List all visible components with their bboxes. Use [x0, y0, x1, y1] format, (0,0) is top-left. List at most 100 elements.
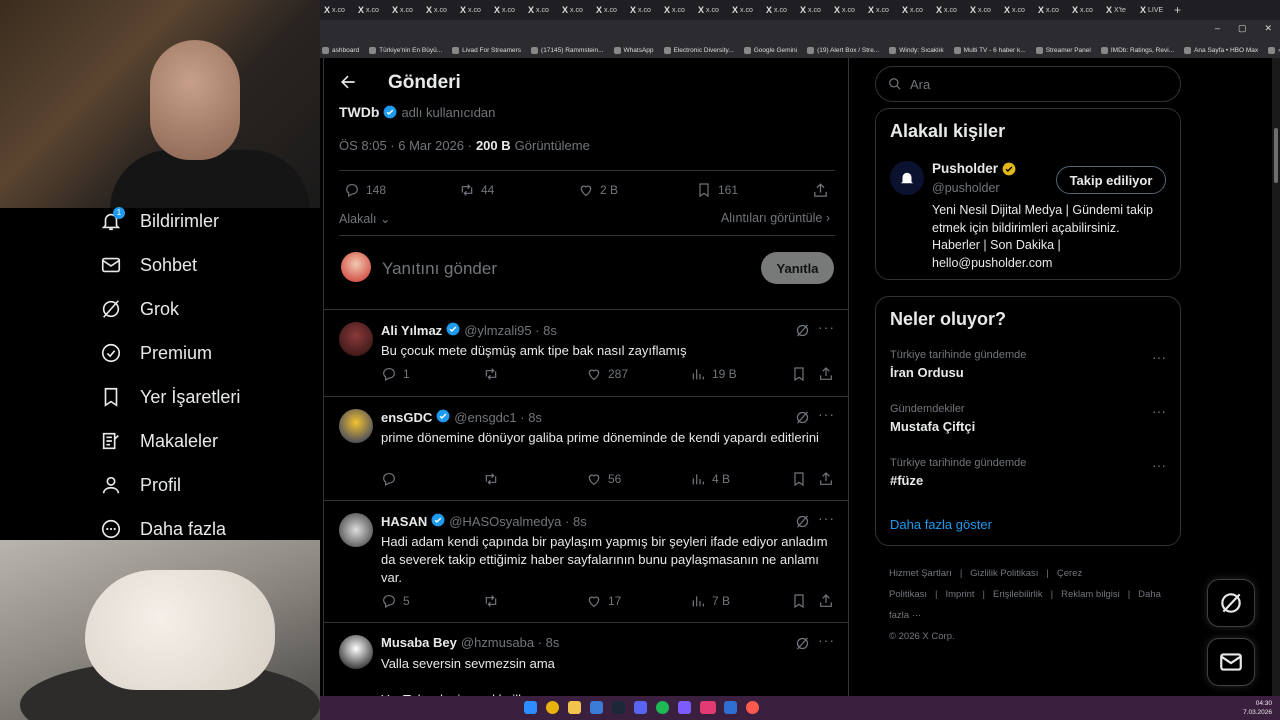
- minimize-icon[interactable]: –: [1215, 23, 1220, 34]
- bookmark-item[interactable]: Streamer Panel: [1035, 46, 1091, 54]
- footer-link[interactable]: Reklam bilgisi: [1061, 589, 1120, 600]
- person-name[interactable]: Pusholder: [932, 161, 1016, 176]
- post-author[interactable]: TWDb: [339, 104, 379, 120]
- bookmark-action[interactable]: [791, 593, 807, 609]
- grok-fab[interactable]: [1207, 579, 1255, 627]
- browser-tab[interactable]: Xx.co: [1034, 0, 1068, 20]
- browser-tab[interactable]: Xx.co: [932, 0, 966, 20]
- browser-tab[interactable]: Xx.co: [694, 0, 728, 20]
- bookmark-item[interactable]: (17145) Rammstein...: [531, 46, 604, 54]
- reply-button[interactable]: Yanıtla: [761, 252, 834, 284]
- maximize-icon[interactable]: ▢: [1238, 23, 1247, 34]
- share-action[interactable]: [818, 366, 834, 382]
- reply-item[interactable]: HASAN @HASOsyalmedya · 8s ··· Hadi adam ken…: [324, 501, 848, 623]
- reply-author[interactable]: ensGDC @ensgdc1 · 8s: [381, 409, 542, 426]
- bookmark-item[interactable]: Windy: Sıcaklık: [889, 46, 944, 54]
- bookmark-item[interactable]: ashboard: [322, 46, 359, 54]
- search-input[interactable]: Ara: [875, 66, 1181, 102]
- system-clock[interactable]: 04:30 7.03.2026: [1243, 699, 1272, 717]
- bookmark-item[interactable]: Multi TV - 6 haber k...: [953, 46, 1026, 54]
- browser-tab[interactable]: Xx.co: [660, 0, 694, 20]
- nav-item-makaleler[interactable]: Makaleler: [100, 428, 218, 454]
- browser-tab[interactable]: Xx.co: [490, 0, 524, 20]
- relevance-filter[interactable]: Alakalı ⌄: [339, 211, 390, 226]
- app-icon[interactable]: [590, 701, 603, 714]
- nav-item-daha-fazla[interactable]: Daha fazla: [100, 516, 226, 542]
- grok-explain-icon[interactable]: [795, 514, 810, 529]
- repost-action[interactable]: 44: [459, 182, 494, 198]
- app-icon[interactable]: [746, 701, 759, 714]
- reply-item[interactable]: Musaba Bey @hzmusaba · 8s ··· Valla seversi…: [324, 623, 848, 696]
- bookmark-item[interactable]: (19) Alert Box / Stre...: [807, 46, 879, 54]
- reply-avatar[interactable]: [339, 513, 373, 547]
- nav-item-profil[interactable]: Profil: [100, 472, 181, 498]
- browser-tab[interactable]: X X'te: [1102, 0, 1136, 20]
- browser-tab[interactable]: Xx.co: [524, 0, 558, 20]
- browser-tab[interactable]: X LIVE: [1136, 0, 1170, 20]
- more-options-icon[interactable]: ···: [818, 510, 835, 526]
- grok-explain-icon[interactable]: [795, 410, 810, 425]
- browser-tab[interactable]: Xx.co: [864, 0, 898, 20]
- trend-item[interactable]: Gündemdekiler Mustafa Çiftçi: [890, 403, 975, 434]
- browser-tab[interactable]: Xx.co: [456, 0, 490, 20]
- grok-explain-icon[interactable]: [795, 636, 810, 651]
- scrollbar-thumb[interactable]: [1274, 128, 1278, 183]
- repost-action[interactable]: [483, 471, 505, 487]
- browser-tab[interactable]: Xx.co: [1000, 0, 1034, 20]
- views-action[interactable]: 7 B: [690, 593, 730, 609]
- reply-author[interactable]: Ali Yılmaz @ylmzali95 · 8s: [381, 322, 557, 339]
- bookmark-item[interactable]: Türkiye'nin En Büyü...: [369, 46, 442, 54]
- browser-tab[interactable]: Xx.co: [320, 0, 354, 20]
- bookmark-item[interactable]: IMDb: Ratings, Revi...: [1100, 46, 1174, 54]
- following-button[interactable]: Takip ediliyor: [1056, 166, 1166, 194]
- chrome-icon[interactable]: [546, 701, 559, 714]
- repost-action[interactable]: [483, 366, 505, 382]
- share-action[interactable]: [818, 593, 834, 609]
- nav-item-premium[interactable]: Premium: [100, 340, 212, 366]
- show-more-link[interactable]: Daha fazla göster: [890, 517, 992, 532]
- like-action[interactable]: 2 B: [578, 182, 618, 198]
- start-icon[interactable]: [524, 701, 537, 714]
- reply-author[interactable]: Musaba Bey @hzmusaba · 8s: [381, 635, 559, 650]
- steam-icon[interactable]: [612, 701, 625, 714]
- reply-action[interactable]: [381, 471, 403, 487]
- browser-tab[interactable]: Xx.co: [1068, 0, 1102, 20]
- reply-author[interactable]: HASAN @HASOsyalmedya · 8s: [381, 513, 587, 530]
- reply-action[interactable]: 148: [344, 182, 386, 198]
- bookmark-action[interactable]: [791, 366, 807, 382]
- browser-tab[interactable]: Xx.co: [762, 0, 796, 20]
- browser-tab[interactable]: Xx.co: [898, 0, 932, 20]
- reply-avatar[interactable]: [339, 635, 373, 669]
- browser-tab[interactable]: Xx.co: [422, 0, 456, 20]
- trend-item[interactable]: Türkiye tarihinde gündemde #füze: [890, 457, 1026, 488]
- browser-tab[interactable]: Xx.co: [830, 0, 864, 20]
- more-options-icon[interactable]: ···: [818, 319, 835, 335]
- trend-more-icon[interactable]: ···: [1152, 403, 1166, 419]
- close-icon[interactable]: ✕: [1264, 23, 1272, 34]
- trend-item[interactable]: Türkiye tarihinde gündemde İran Ordusu: [890, 349, 1026, 380]
- browser-tab[interactable]: Xx.co: [728, 0, 762, 20]
- back-arrow-icon[interactable]: [338, 72, 358, 92]
- repost-action[interactable]: [483, 593, 505, 609]
- bookmark-item[interactable]: Ana Sayfa • HBO Max: [1184, 46, 1258, 54]
- bookmark-item[interactable]: WhatsApp: [613, 46, 654, 54]
- new-tab-button[interactable]: +: [1170, 0, 1204, 20]
- reply-item[interactable]: Ali Yılmaz @ylmzali95 · 8s ··· Bu çocuk met…: [324, 310, 848, 397]
- browser-tab[interactable]: Xx.co: [388, 0, 422, 20]
- reply-avatar[interactable]: [339, 322, 373, 356]
- footer-link[interactable]: Hizmet Şartları: [889, 568, 952, 579]
- post-time[interactable]: ÖS 8:05 · 6 Mar 2026 ·: [339, 138, 472, 153]
- nav-item-bildirimler[interactable]: 1 Bildirimler: [100, 207, 219, 234]
- more-options-icon[interactable]: ···: [818, 632, 835, 648]
- nav-item-grok[interactable]: Grok: [100, 296, 179, 322]
- app-icon[interactable]: [700, 701, 716, 714]
- nav-item-sohbet[interactable]: Sohbet: [100, 252, 197, 278]
- grok-explain-icon[interactable]: [795, 323, 810, 338]
- more-options-icon[interactable]: ···: [818, 406, 835, 422]
- bookmark-action[interactable]: [791, 471, 807, 487]
- footer-link[interactable]: Imprint: [945, 589, 974, 600]
- reply-input[interactable]: Yanıtını gönder: [382, 259, 497, 279]
- page-scrollbar[interactable]: [1272, 58, 1280, 696]
- spotify-icon[interactable]: [656, 701, 669, 714]
- like-action[interactable]: 287: [586, 366, 628, 382]
